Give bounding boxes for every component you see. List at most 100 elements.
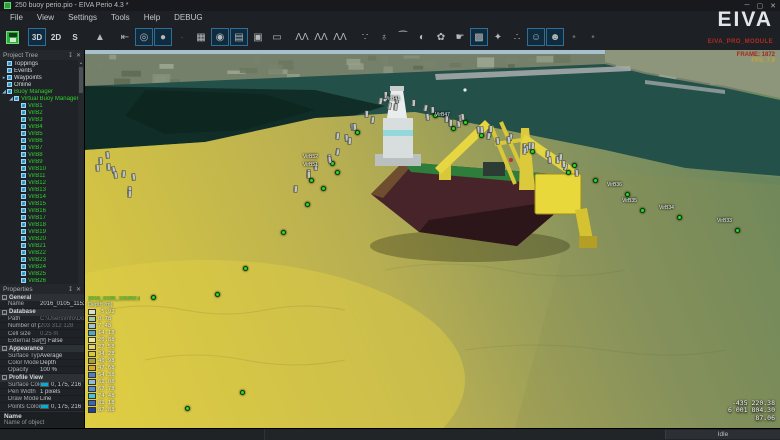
tree-item-online[interactable]: ✓Online [0, 81, 78, 88]
tree-item-virb1[interactable]: ✓VirB1 [0, 102, 78, 109]
buoy-structure-marker[interactable] [489, 126, 492, 132]
buoy-structure-marker[interactable] [431, 107, 434, 113]
buoy-green-dot[interactable] [335, 170, 340, 175]
profile-baseline-icon[interactable]: ΛΛ [331, 28, 349, 46]
smiley-outline-icon[interactable]: ☺ [527, 28, 545, 46]
checkbox-icon[interactable]: ✓ [21, 278, 26, 283]
buoy-green-dot[interactable] [309, 178, 314, 183]
checkbox-icon[interactable]: ✓ [21, 264, 26, 269]
checkbox-icon[interactable]: ✓ [21, 187, 26, 192]
menu-file[interactable]: File [3, 11, 30, 24]
tree-item-virb6[interactable]: ✓VirB6 [0, 137, 78, 144]
tree-item-buoy-manager[interactable]: ◢✓Buoy Manager [0, 88, 78, 95]
checkbox-icon[interactable]: ✓ [21, 110, 26, 115]
tree-item-virb12[interactable]: ✓VirB12 [0, 179, 78, 186]
buoy-structure-marker[interactable] [548, 157, 552, 163]
dot-separator-icon[interactable]: · [173, 28, 191, 46]
buoy-green-dot[interactable] [281, 230, 286, 235]
tree-item-virb2[interactable]: ✓VirB2 [0, 109, 78, 116]
smiley-filled-icon[interactable]: ☻ [546, 28, 564, 46]
checkbox-icon[interactable]: ✓ [21, 138, 26, 143]
menu-tools[interactable]: Tools [104, 11, 137, 24]
buoy-green-dot[interactable] [625, 192, 630, 197]
tree-item-waypoints[interactable]: ▸✓Waypoints [0, 74, 78, 81]
prop-number-of-points[interactable]: Number of points203 312 128 [0, 323, 84, 330]
checkbox-icon[interactable]: ✓ [21, 201, 26, 206]
view-2d-button[interactable]: 2D [47, 28, 65, 46]
prop-cell-size[interactable]: Cell size0.25 m [0, 330, 84, 337]
tree-item-virb15[interactable]: ✓VirB15 [0, 200, 78, 207]
shaded-square-icon[interactable]: ▩ [470, 28, 488, 46]
buoy-green-dot[interactable] [566, 170, 571, 175]
prop-value[interactable]: 100 % [40, 367, 84, 373]
location-pin-icon[interactable]: ♁ [375, 28, 393, 46]
checkbox-icon[interactable]: ✓ [7, 89, 12, 94]
view-3d-button[interactable]: 3D [28, 28, 46, 46]
buoy-green-dot[interactable] [530, 149, 535, 154]
3d-viewport[interactable]: 2016_0105_115202.db Depth (m) -5.920.787… [85, 50, 780, 428]
checkbox-icon[interactable]: ✓ [21, 208, 26, 213]
grid-icon[interactable]: ▦ [192, 28, 210, 46]
checkbox-icon[interactable]: ✓ [14, 96, 19, 101]
checkbox-icon[interactable]: ✓ [21, 117, 26, 122]
checkbox-icon[interactable]: ✓ [21, 194, 26, 199]
pin-icon[interactable]: ↧ [68, 52, 73, 59]
route-nodes-icon[interactable]: ∵ [356, 28, 374, 46]
tree-item-virb21[interactable]: ✓VirB21 [0, 242, 78, 249]
buoy-green-dot[interactable] [185, 406, 190, 411]
section-database[interactable]: –Database [0, 309, 84, 316]
tree-item-virb13[interactable]: ✓VirB13 [0, 186, 78, 193]
tree-item-virb10[interactable]: ✓VirB10 [0, 165, 78, 172]
prop-value[interactable]: 2016_0105_115202.db [40, 301, 84, 307]
tree-item-virb22[interactable]: ✓VirB22 [0, 249, 78, 256]
prop-color-mode[interactable]: Color ModeDepth [0, 360, 84, 367]
checkbox-icon[interactable]: ✓ [7, 61, 12, 66]
tree-item-events[interactable]: ✓Events [0, 67, 78, 74]
tree-item-virb8[interactable]: ✓VirB8 [0, 151, 78, 158]
globe-icon[interactable]: ◉ [211, 28, 229, 46]
prop-path[interactable]: PathC:\Users\Info\Documen [0, 316, 84, 323]
menu-settings[interactable]: Settings [61, 11, 104, 24]
tree-item-toppings[interactable]: ✓Toppings [0, 60, 78, 67]
small-node-icon[interactable]: • [565, 28, 583, 46]
tree-item-virb26[interactable]: ✓VirB26 [0, 277, 78, 284]
buoy-structure-marker[interactable] [364, 111, 367, 117]
tree-item-virb18[interactable]: ✓VirB18 [0, 221, 78, 228]
close-icon[interactable]: ✕ [76, 286, 81, 293]
tree-item-virb19[interactable]: ✓VirB19 [0, 228, 78, 235]
pin-icon[interactable]: ↧ [68, 286, 73, 293]
contrast-icon[interactable]: ◐ [413, 28, 431, 46]
tree-item-virb9[interactable]: ✓VirB9 [0, 158, 78, 165]
checkbox-icon[interactable]: ✓ [21, 257, 26, 262]
profile-seabed-icon[interactable]: ΛΛ [293, 28, 311, 46]
buoy-structure-marker[interactable] [457, 121, 461, 127]
prop-value[interactable]: ✕False [40, 338, 84, 344]
section-profile-view[interactable]: –Profile View [0, 374, 84, 381]
buoy-green-dot[interactable] [593, 178, 598, 183]
collapse-box-icon[interactable]: – [2, 375, 7, 380]
tree-item-virb25[interactable]: ✓VirB25 [0, 270, 78, 277]
tree-item-virb20[interactable]: ✓VirB20 [0, 235, 78, 242]
checkbox-icon[interactable]: ✓ [21, 131, 26, 136]
image-icon[interactable]: ▣ [249, 28, 267, 46]
checkbox-icon[interactable]: ✓ [21, 124, 26, 129]
ruler-icon[interactable]: ▭ [268, 28, 286, 46]
menu-help[interactable]: Help [137, 11, 167, 24]
section-general[interactable]: –General [0, 294, 84, 301]
buoy-structure-marker[interactable] [546, 151, 550, 157]
collapse-box-icon[interactable]: – [2, 310, 7, 315]
checkbox-icon[interactable]: ✓ [7, 82, 12, 87]
prop-value[interactable]: Line [40, 396, 84, 402]
palette-icon[interactable]: ✿ [432, 28, 450, 46]
buoy-green-dot[interactable] [151, 295, 156, 300]
prop-surface-type[interactable]: Surface TypeAverage [0, 352, 84, 359]
tree-item-virb16[interactable]: ✓VirB16 [0, 207, 78, 214]
tree-item-virb23[interactable]: ✓VirB23 [0, 256, 78, 263]
save-icon[interactable] [3, 28, 21, 46]
buoy-green-dot[interactable] [572, 163, 577, 168]
profile-spikes-icon[interactable]: ΛΛ [312, 28, 330, 46]
prop-value[interactable]: 203 312 128 [40, 323, 84, 329]
prop-value[interactable]: C:\Users\Info\Documen [40, 316, 84, 322]
scatter-points-icon[interactable]: ∴ [508, 28, 526, 46]
buoy-structure-marker[interactable] [348, 138, 351, 144]
